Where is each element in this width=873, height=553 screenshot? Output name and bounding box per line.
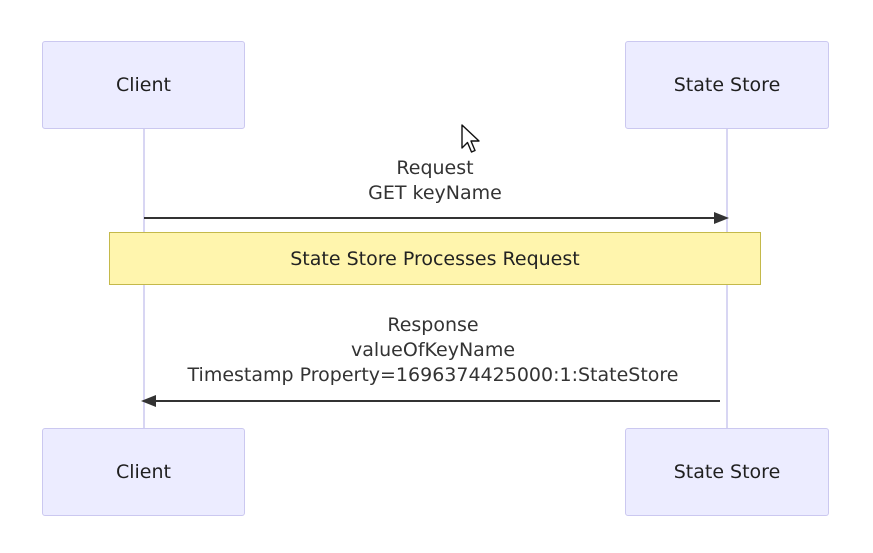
sequence-diagram: Client State Store Request GET keyName S… [0,0,873,553]
client-actor-bottom-label: Client [115,461,171,483]
mouse-pointer-icon [461,124,480,153]
request-arrow [144,212,729,224]
state-store-actor-bottom-label: State Store [673,461,781,483]
client-actor-bottom: Client [42,428,245,516]
response-arrow [141,395,720,407]
state-store-actor-bottom: State Store [625,428,829,516]
